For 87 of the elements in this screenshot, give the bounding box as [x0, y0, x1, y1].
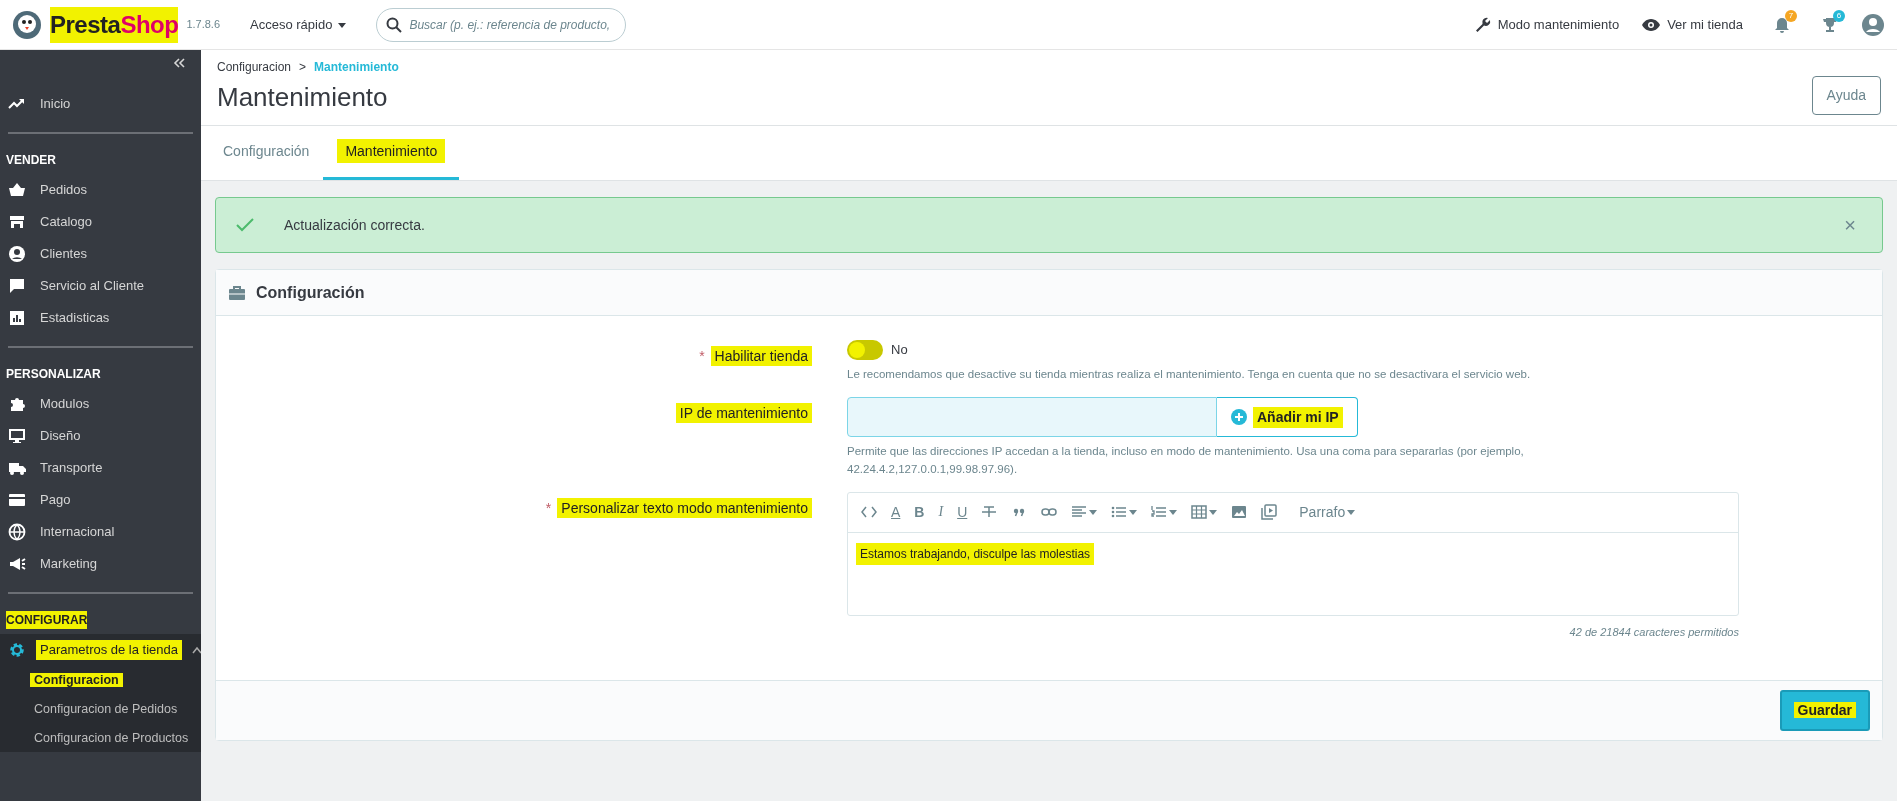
sidebar-item[interactable]: Marketing — [0, 548, 201, 580]
caret-icon — [1209, 508, 1218, 517]
sidebar-item[interactable]: Inicio — [0, 88, 201, 120]
add-ip-button[interactable]: Añadir mi IP — [1217, 397, 1358, 438]
trophy-icon[interactable] — [1821, 16, 1839, 35]
alert-message: Actualización correcta. — [284, 215, 425, 235]
section-title: VENDER — [6, 152, 56, 169]
tab[interactable]: Configuración — [209, 126, 324, 180]
field-label: Personalizar texto modo mantenimiento — [557, 497, 812, 518]
version-label: 1.7.8.6 — [186, 17, 221, 33]
chat-icon — [8, 277, 26, 295]
caret-icon — [1129, 508, 1138, 517]
save-button[interactable]: Guardar — [1779, 690, 1870, 732]
sidebar-item[interactable]: Catalogo — [0, 206, 201, 238]
globe-icon — [8, 523, 26, 541]
submenu-item[interactable]: Configuracion de Pedidos — [30, 701, 182, 716]
caret-icon — [1169, 508, 1178, 517]
breadcrumb-separator: > — [299, 59, 307, 76]
sidebar-item[interactable]: Pedidos — [0, 174, 201, 206]
breadcrumb-current: Mantenimiento — [314, 59, 399, 76]
gear-icon — [8, 641, 26, 659]
bold-button[interactable]: B — [909, 503, 930, 522]
character-counter: 42 de 21844 caracteres permitidos — [1568, 624, 1739, 640]
briefcase-icon — [228, 284, 246, 301]
card-title: Configuración — [256, 282, 365, 303]
collapse-icon[interactable] — [173, 58, 185, 68]
italic-button[interactable]: I — [933, 503, 949, 522]
caret-icon — [338, 20, 347, 29]
image-icon — [1231, 504, 1248, 521]
submenu-item[interactable]: Configuracion — [30, 673, 123, 687]
card-icon — [8, 491, 26, 509]
ip-input-field[interactable] — [847, 397, 1217, 438]
media-icon — [1261, 504, 1278, 521]
plus-circle-icon — [1231, 409, 1247, 426]
field-label: Habilitar tienda — [710, 346, 812, 366]
sidebar-item[interactable]: Pago — [0, 484, 201, 516]
caret-icon — [1347, 508, 1356, 517]
editor-area[interactable]: Estamos trabajando, disculpe las molestias — [848, 532, 1738, 615]
toggle-switch[interactable] — [847, 340, 883, 360]
sidebar-item[interactable]: Clientes — [0, 238, 201, 270]
text-color-button[interactable]: A — [886, 503, 906, 522]
sidebar-item[interactable]: Modulos — [0, 388, 201, 420]
table-icon — [1191, 504, 1208, 521]
page-title: Mantenimiento — [217, 81, 388, 114]
view-store-link[interactable]: Ver mi tienda — [1641, 14, 1743, 35]
monitor-icon — [8, 427, 26, 445]
logo-text: PrestaShop — [50, 6, 179, 43]
help-text: Le recomendamos que desactive su tienda mientras realiza el mantenimiento. Tenga en cuenta que no se desactivara el servicio web. — [847, 367, 1532, 382]
field-label: IP de mantenimiento — [675, 403, 812, 424]
notification-badge: 6 — [1833, 9, 1845, 22]
sidebar-item[interactable]: Estadisticas — [0, 302, 201, 334]
search-icon — [386, 16, 403, 33]
editor-text: Estamos trabajando, disculpe las molestias — [856, 542, 1095, 565]
underline-button[interactable]: U — [952, 503, 973, 522]
user-icon[interactable] — [1861, 12, 1885, 37]
section-title: CONFIGURAR — [6, 611, 88, 629]
search-field[interactable]: Buscar (p. ej.: referencia de producto, — [376, 7, 627, 42]
sidebar-item[interactable]: Servicio al Cliente — [0, 270, 201, 302]
logo-icon — [12, 9, 42, 40]
maintenance-mode-link[interactable]: Modo mantenimiento — [1473, 14, 1620, 35]
sidebar-item[interactable]: Parametros de la tienda — [0, 634, 201, 666]
basket-icon — [8, 181, 26, 199]
wrench-icon — [1473, 15, 1492, 34]
required-mark: * — [545, 499, 552, 516]
chart-icon — [8, 309, 26, 327]
required-mark: * — [699, 348, 705, 364]
puzzle-icon — [8, 395, 26, 413]
sidebar-item[interactable]: Diseño — [0, 420, 201, 452]
quick-access-menu[interactable]: Acceso rápido — [250, 14, 347, 35]
person-icon — [8, 245, 26, 263]
help-button[interactable]: Ayuda — [1811, 76, 1881, 115]
check-icon — [236, 218, 254, 232]
store-icon — [8, 213, 26, 231]
breadcrumb-link[interactable]: Configuracion — [217, 58, 292, 76]
sidebar-item[interactable]: Internacional — [0, 516, 201, 548]
sidebar-item[interactable]: Transporte — [0, 452, 201, 484]
submenu-item[interactable]: Configuracion de Productos — [30, 730, 193, 745]
tab[interactable]: Mantenimiento — [323, 126, 460, 180]
megaphone-icon — [8, 555, 26, 573]
section-title: PERSONALIZAR — [6, 366, 101, 383]
eye-icon — [1641, 17, 1662, 32]
caret-icon — [1089, 508, 1098, 517]
notification-badge: 7 — [1785, 9, 1797, 22]
format-dropdown[interactable]: Parrafo — [1294, 503, 1361, 522]
help-text: Permite que las direcciones IP accedan a la tienda, incluso en modo de mantenimiento. Usa una coma para separarlas (por ejemplo, 42.24.4.2,127.0.0.1,99.98.97.96). — [847, 444, 1525, 477]
switch-state-label: No — [891, 341, 908, 360]
bell-icon[interactable] — [1773, 16, 1791, 35]
